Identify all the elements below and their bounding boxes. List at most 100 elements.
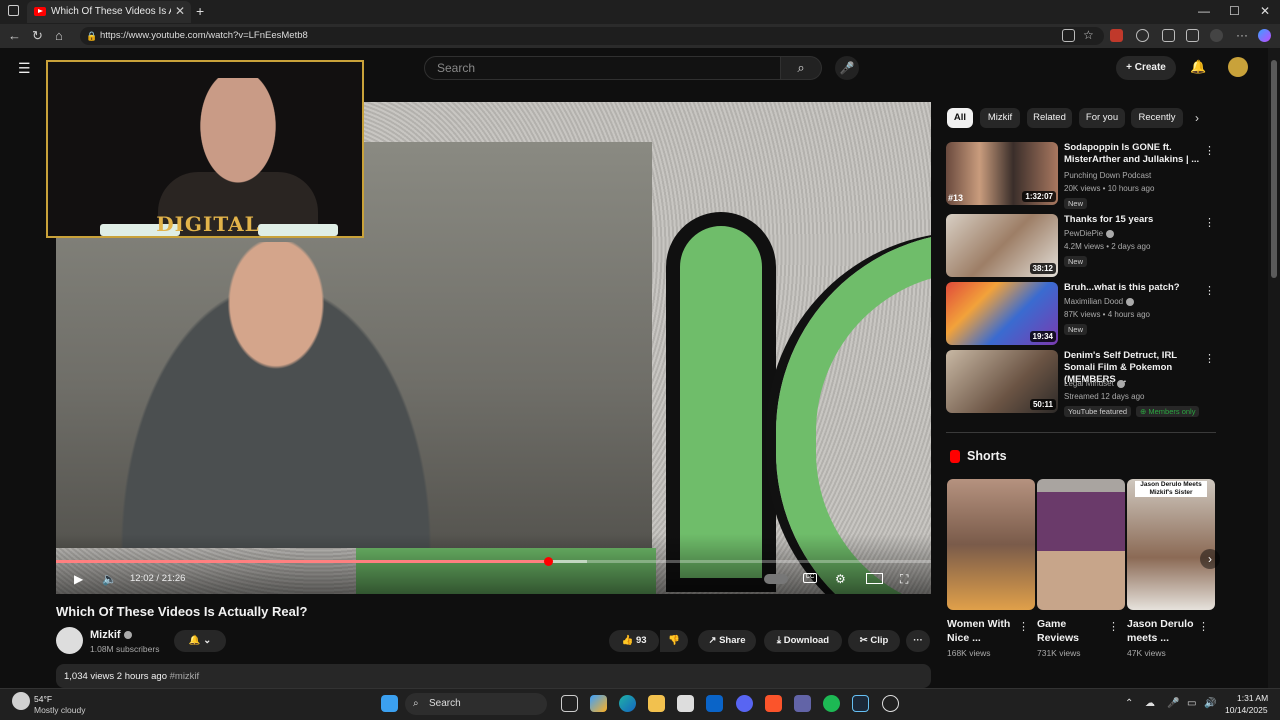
chatgpt-icon[interactable] <box>882 695 899 712</box>
tray-overflow-icon[interactable]: ⌃ <box>1125 698 1133 709</box>
menu-icon[interactable]: ☰ <box>18 60 31 77</box>
scrollbar-thumb[interactable] <box>1271 60 1277 278</box>
outlook-icon[interactable] <box>706 695 723 712</box>
chip-related[interactable]: Related <box>1027 108 1072 128</box>
video-thumbnail[interactable]: #13 1:32:07 <box>946 142 1058 205</box>
new-tab-button[interactable]: + <box>196 3 204 19</box>
edge-icon[interactable] <box>619 695 636 712</box>
more-options-icon[interactable]: ⋮ <box>1204 216 1215 229</box>
file-explorer-icon[interactable] <box>648 695 665 712</box>
fullscreen-icon[interactable]: ⛶ <box>900 572 908 587</box>
weather-condition[interactable]: Mostly cloudy <box>34 705 86 715</box>
store-icon[interactable] <box>677 695 694 712</box>
steam-icon[interactable] <box>852 695 869 712</box>
home-icon[interactable]: ⌂ <box>55 28 63 43</box>
extension-icon[interactable] <box>1136 29 1149 42</box>
weather-temp[interactable]: 54°F <box>34 694 52 704</box>
recommendation-channel[interactable]: Legal Mindset <box>1064 379 1125 388</box>
channel-avatar[interactable] <box>56 627 83 654</box>
progress-scrubber[interactable] <box>543 557 553 566</box>
recommendation-channel[interactable]: Maximilian Dood <box>1064 297 1135 306</box>
voice-search-button[interactable]: 🎤 <box>835 56 859 80</box>
channel-name[interactable]: Mizkif <box>90 629 132 641</box>
short-more-icon[interactable]: ⋮ <box>1108 620 1119 633</box>
play-icon[interactable]: ▶ <box>74 572 83 586</box>
browser-tab[interactable]: Which Of These Videos Is Actually Real? … <box>27 1 191 23</box>
theater-mode-icon[interactable] <box>866 573 883 584</box>
copilot-icon[interactable] <box>1258 29 1271 42</box>
search-input[interactable]: Search <box>424 56 781 80</box>
chip-recently[interactable]: Recently <box>1131 108 1183 128</box>
task-view-icon[interactable] <box>561 695 578 712</box>
volume-icon[interactable]: 🔈 <box>102 572 117 586</box>
video-progress-bar[interactable] <box>56 560 931 563</box>
recommendation-item[interactable]: 19:34 Bruh...what is this patch? Maximilia… <box>946 282 1216 346</box>
notifications-bell-icon[interactable]: 🔔 <box>1190 59 1206 75</box>
hashtag-link[interactable]: #mizkif <box>170 671 200 682</box>
taskbar-time[interactable]: 1:31 AM <box>1237 693 1268 703</box>
weather-icon[interactable] <box>12 692 30 710</box>
copilot-icon[interactable] <box>590 695 607 712</box>
display-icon[interactable]: ▭ <box>1187 698 1196 709</box>
settings-gear-icon[interactable]: ⚙ <box>835 572 846 586</box>
create-button[interactable]: + Create <box>1116 56 1176 80</box>
recommendation-channel[interactable]: PewDiePie <box>1064 229 1115 238</box>
taskbar-search[interactable]: ⌕ Search <box>405 693 547 715</box>
dislike-button[interactable]: 👎 <box>660 630 688 652</box>
more-actions-button[interactable]: ··· <box>906 630 930 652</box>
share-button[interactable]: ↗ Share <box>698 630 756 652</box>
favorites-icon[interactable] <box>1186 29 1199 42</box>
short-thumbnail[interactable] <box>1037 479 1125 610</box>
tab-close-icon[interactable]: ✕ <box>175 4 185 18</box>
more-options-icon[interactable]: ⋮ <box>1204 144 1215 157</box>
start-windows-icon[interactable] <box>381 695 398 712</box>
recommendation-title[interactable]: Bruh...what is this patch? <box>1064 282 1200 294</box>
user-avatar[interactable] <box>1228 57 1248 77</box>
video-thumbnail[interactable]: 38:12 <box>946 214 1058 277</box>
like-button[interactable]: 👍 93 <box>609 630 659 652</box>
maximize-button[interactable]: ☐ <box>1229 4 1240 18</box>
site-info-icon[interactable]: 🔒 <box>86 27 97 45</box>
video-thumbnail[interactable]: 50:11 <box>946 350 1058 413</box>
close-window-button[interactable]: ✕ <box>1260 4 1270 18</box>
address-bar[interactable]: 🔒 https://www.youtube.com/watch?v=LFnEes… <box>80 27 1104 45</box>
clip-button[interactable]: ✂ Clip <box>848 630 900 652</box>
window-menu-icon[interactable] <box>8 5 19 16</box>
teams-icon[interactable] <box>794 695 811 712</box>
brave-icon[interactable] <box>765 695 782 712</box>
more-options-icon[interactable]: ⋮ <box>1204 284 1215 297</box>
profile-icon[interactable] <box>1210 29 1223 42</box>
recommendation-item[interactable]: #13 1:32:07 Sodapoppin Is GONE ft. MisterA… <box>946 142 1216 209</box>
recommendation-channel[interactable]: Punching Down Podcast <box>1064 171 1151 180</box>
browser-menu-icon[interactable]: ··· <box>1236 29 1249 42</box>
video-thumbnail[interactable]: 19:34 <box>946 282 1058 345</box>
taskbar-date[interactable]: 10/14/2025 <box>1225 705 1268 715</box>
extension-icon[interactable] <box>1110 29 1123 42</box>
chip-mizkif[interactable]: Mizkif <box>980 108 1020 128</box>
shorts-next-button[interactable]: › <box>1200 549 1220 569</box>
speaker-icon[interactable]: 🔊 <box>1204 698 1216 709</box>
short-more-icon[interactable]: ⋮ <box>1198 620 1209 633</box>
onedrive-icon[interactable]: ☁ <box>1145 698 1155 709</box>
extension-icon[interactable] <box>1162 29 1175 42</box>
chip-all[interactable]: All <box>947 108 973 128</box>
short-label[interactable]: Game Reviews <box>1037 617 1109 645</box>
recommendation-title[interactable]: Sodapoppin Is GONE ft. MisterArther and … <box>1064 142 1200 166</box>
discord-icon[interactable] <box>736 695 753 712</box>
chips-next-icon[interactable]: › <box>1195 111 1199 125</box>
short-thumbnail[interactable] <box>947 479 1035 610</box>
recommendation-title[interactable]: Thanks for 15 years <box>1064 214 1200 226</box>
more-options-icon[interactable]: ⋮ <box>1204 352 1215 365</box>
short-label[interactable]: Jason Derulo meets ... <box>1127 617 1199 645</box>
refresh-icon[interactable]: ↻ <box>32 28 43 44</box>
description-box[interactable]: 1,034 views 2 hours ago #mizkif <box>56 664 931 688</box>
chip-for-you[interactable]: For you <box>1079 108 1125 128</box>
minimize-button[interactable]: — <box>1198 4 1210 18</box>
back-icon[interactable]: ← <box>8 28 21 43</box>
notification-bell-button[interactable]: 🔔 ⌄ <box>174 630 226 652</box>
favorite-star-icon[interactable]: ☆ <box>1083 29 1096 42</box>
captions-icon[interactable]: CC <box>803 573 817 583</box>
download-button[interactable]: ⤓ Download <box>764 630 842 652</box>
autoplay-toggle[interactable] <box>764 574 788 584</box>
short-more-icon[interactable]: ⋮ <box>1018 620 1029 633</box>
